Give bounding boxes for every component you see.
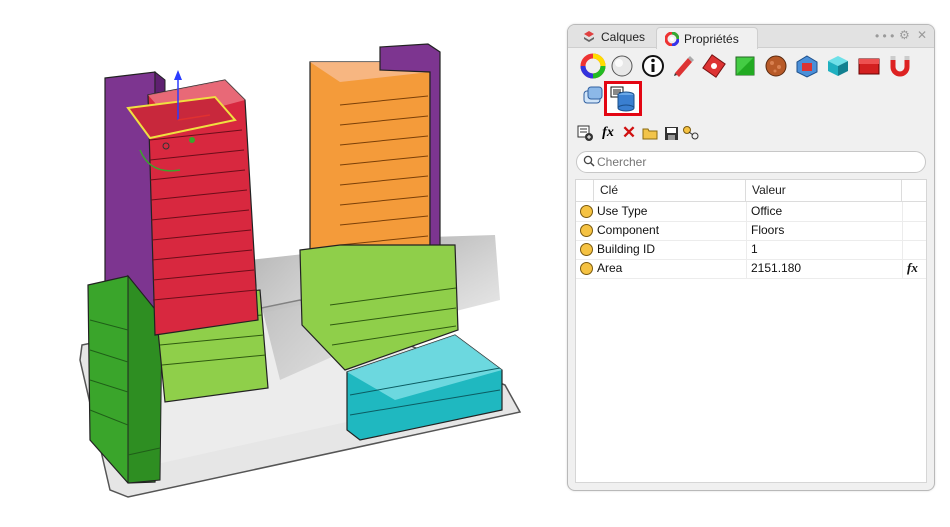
link-key-icon[interactable]: [682, 124, 700, 142]
flow-icon[interactable]: [580, 83, 606, 109]
key-dot-icon: [580, 262, 593, 275]
layers-icon: [582, 30, 596, 44]
row-key[interactable]: Building ID: [597, 242, 655, 256]
3d-viewport[interactable]: [0, 0, 555, 522]
close-icon[interactable]: ✕: [917, 28, 927, 42]
database-page-button[interactable]: [604, 81, 642, 116]
cube-icon[interactable]: [825, 53, 851, 79]
table-header: Clé Valeur: [576, 180, 926, 202]
column-header-key[interactable]: Clé: [594, 180, 746, 201]
delete-icon[interactable]: ✕: [620, 123, 638, 142]
tab-layers-label: Calques: [601, 30, 646, 44]
search-icon: [583, 155, 595, 167]
color-wheel-icon: [664, 31, 680, 46]
add-key-icon[interactable]: [576, 124, 594, 142]
row-key[interactable]: Area: [597, 261, 622, 275]
properties-panel: Calques Propriétés • • • ⚙ ✕ fx ✕ Cherch…: [567, 24, 935, 491]
key-dot-icon: [580, 243, 593, 256]
table-row[interactable]: Component Floors: [576, 221, 926, 241]
tab-properties[interactable]: Propriétés: [656, 27, 758, 49]
building-model-scene: [79, 43, 522, 498]
sphere-icon[interactable]: [609, 53, 635, 79]
more-dots-icon[interactable]: • • •: [875, 29, 894, 43]
row-value[interactable]: 1: [751, 242, 758, 256]
green-square-icon[interactable]: [732, 53, 758, 79]
row-value[interactable]: Office: [751, 204, 782, 218]
row-value[interactable]: Floors: [751, 223, 784, 237]
save-icon[interactable]: [662, 124, 680, 142]
search-input[interactable]: [597, 154, 917, 169]
panel-tabs: Calques Propriétés • • • ⚙ ✕: [568, 25, 934, 49]
fx-icon[interactable]: fx: [599, 124, 617, 142]
gear-icon[interactable]: ⚙: [899, 28, 910, 42]
texture-icon[interactable]: [701, 53, 727, 79]
row-value[interactable]: 2151.180: [751, 261, 801, 275]
property-pages-row-1: [577, 53, 927, 81]
header-spacer: [576, 180, 594, 201]
info-icon[interactable]: [640, 53, 666, 79]
database-icon: [610, 86, 635, 112]
color-wheel-icon[interactable]: [580, 53, 606, 79]
tab-layers[interactable]: Calques: [572, 27, 664, 47]
decal-icon[interactable]: [794, 53, 820, 79]
key-dot-icon: [580, 224, 593, 237]
table-row[interactable]: Area 2151.180 fx: [576, 259, 926, 279]
key-dot-icon: [580, 205, 593, 218]
tab-properties-label: Propriétés: [684, 31, 739, 46]
column-header-value[interactable]: Valeur: [746, 180, 902, 201]
bumpy-ball-icon[interactable]: [763, 53, 789, 79]
magnet-icon[interactable]: [887, 53, 913, 79]
folder-icon[interactable]: [641, 124, 659, 142]
row-key[interactable]: Component: [597, 223, 659, 237]
row-key[interactable]: Use Type: [597, 204, 647, 218]
table-row[interactable]: Use Type Office: [576, 202, 926, 222]
user-text-table: Clé Valeur Use Type Office Component Flo…: [575, 179, 927, 483]
table-row[interactable]: Building ID 1: [576, 240, 926, 260]
search-box[interactable]: [576, 151, 926, 173]
formula-indicator[interactable]: fx: [907, 260, 918, 276]
pencil-icon[interactable]: [671, 53, 697, 79]
red-box-icon[interactable]: [856, 53, 882, 79]
